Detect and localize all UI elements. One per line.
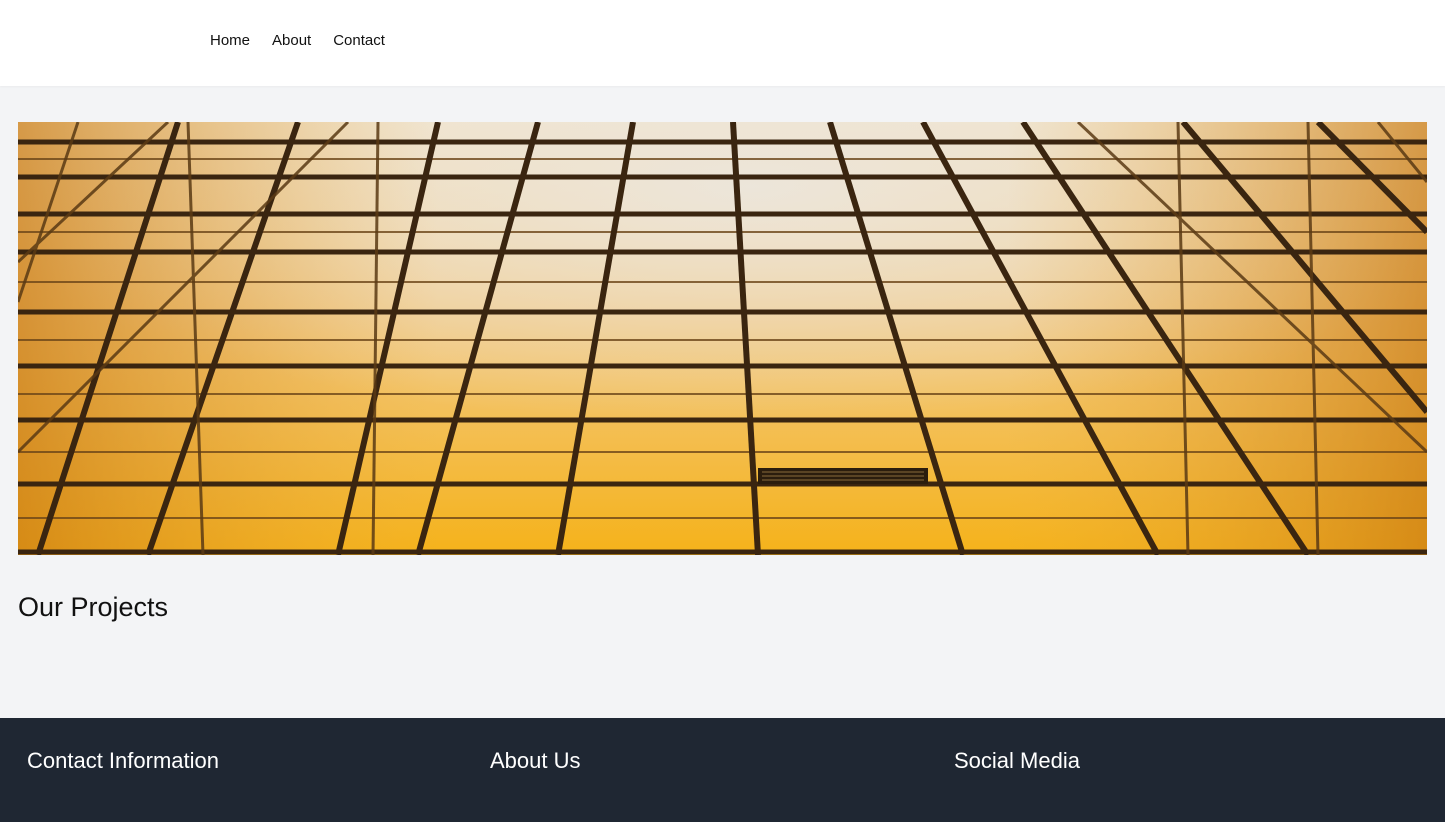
footer-heading-contact: Contact Information	[27, 748, 219, 773]
nav-about-link[interactable]: About	[272, 32, 311, 49]
section-title: Our Projects	[18, 592, 169, 622]
main-nav: Home About Contact	[210, 32, 385, 49]
glass-building-illustration	[18, 122, 1427, 555]
hero-image	[18, 122, 1427, 555]
nav-home-link[interactable]: Home	[210, 32, 250, 49]
top-navbar: Home About Contact	[0, 0, 1445, 86]
footer-heading-about: About Us	[490, 748, 581, 773]
footer-heading-social: Social Media	[954, 748, 1080, 773]
nav-contact-link[interactable]: Contact	[333, 32, 385, 49]
